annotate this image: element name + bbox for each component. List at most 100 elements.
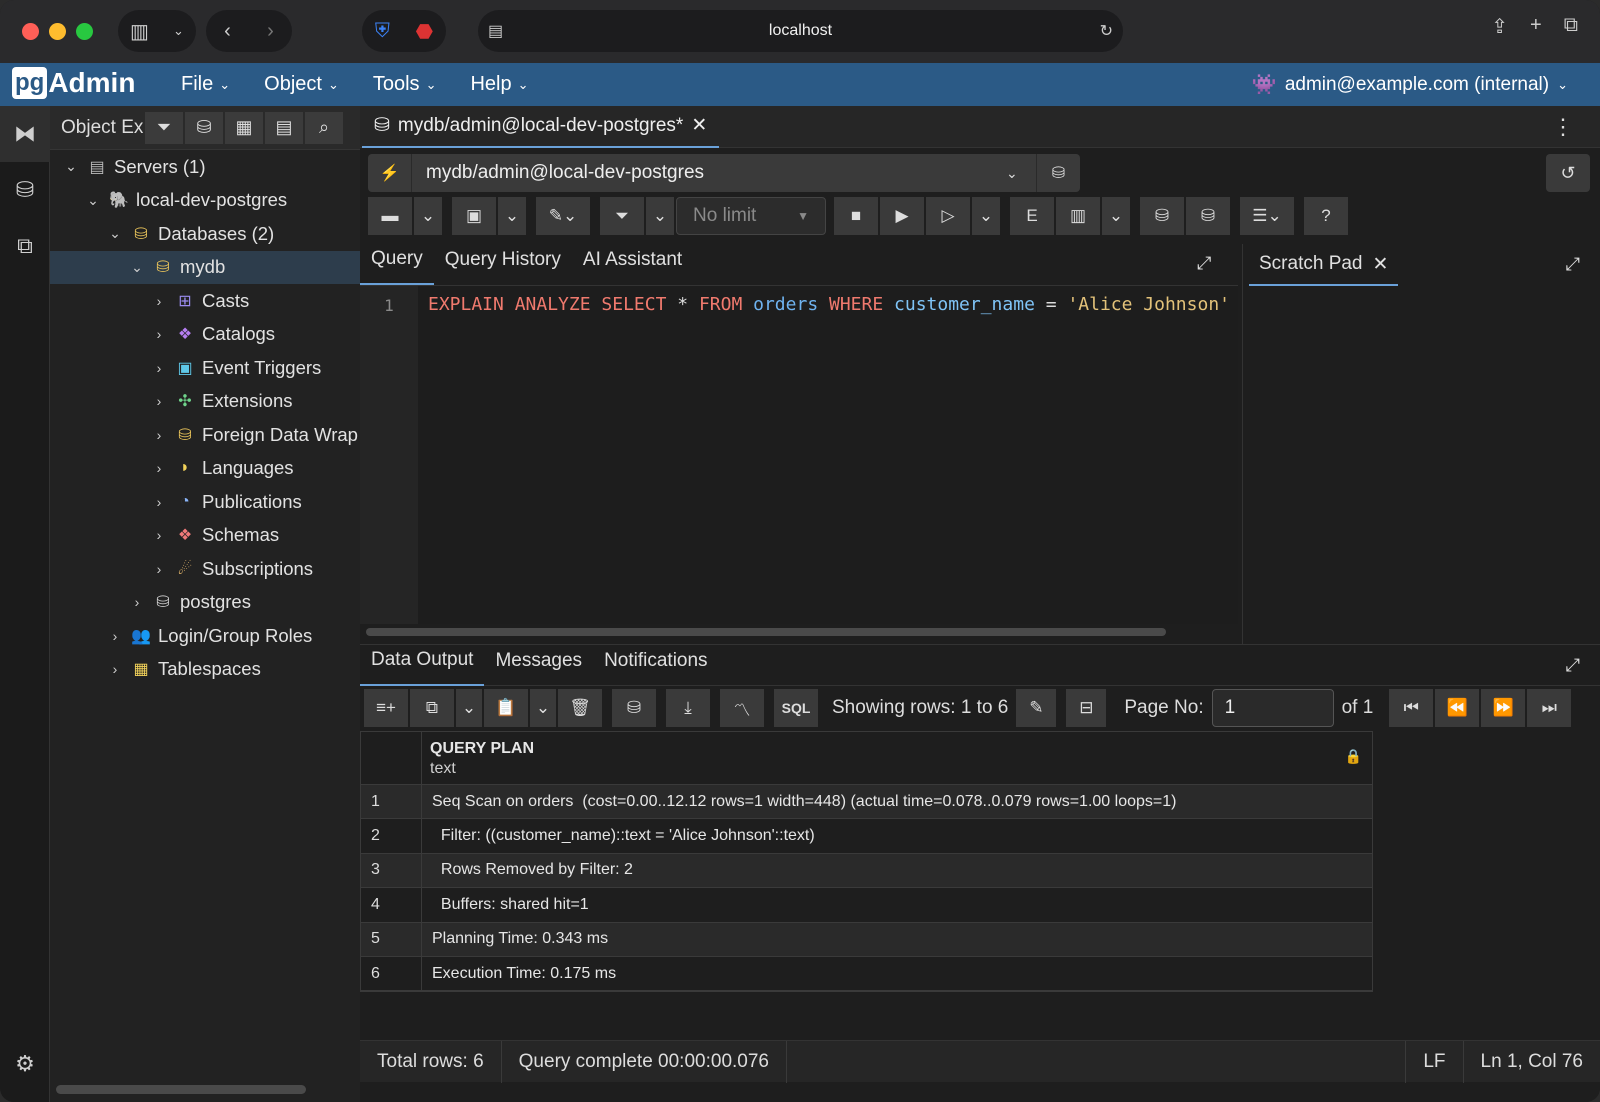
- pagination-icon[interactable]: ⊟: [1066, 689, 1107, 727]
- copy-icon[interactable]: ⧉: [410, 689, 454, 727]
- settings-gear-icon[interactable]: ⚙: [0, 1036, 50, 1092]
- menu-file[interactable]: File ⌄: [181, 73, 230, 96]
- tree-node[interactable]: › ⊞ Casts: [50, 284, 360, 318]
- table-cell[interactable]: Seq Scan on orders (cost=0.00..12.12 row…: [422, 785, 1372, 818]
- open-file-icon[interactable]: ▬: [368, 197, 412, 235]
- table-row[interactable]: 6 Execution Time: 0.175 ms: [361, 956, 1372, 992]
- table-cell[interactable]: Filter: ((customer_name)::text = 'Alice …: [422, 819, 1372, 852]
- next-page-icon[interactable]: ⏩: [1481, 689, 1526, 727]
- table-row[interactable]: 1 Seq Scan on orders (cost=0.00..12.12 ro…: [361, 785, 1372, 820]
- chevron-right-icon[interactable]: ›: [150, 494, 168, 510]
- tree-node[interactable]: › 👥 Login/Group Roles: [50, 619, 360, 653]
- table-row[interactable]: 4 Buffers: shared hit=1: [361, 888, 1372, 923]
- chevron-down-icon[interactable]: ⌄: [173, 23, 184, 39]
- sql-icon[interactable]: SQL: [774, 689, 818, 727]
- chevron-right-icon[interactable]: ›: [150, 427, 168, 443]
- tab-ai-assistant[interactable]: AI Assistant: [572, 243, 693, 285]
- tab-query-history[interactable]: Query History: [434, 243, 572, 285]
- database-tool-icon[interactable]: ⛁: [0, 162, 50, 218]
- chevron-right-icon[interactable]: ›: [106, 628, 124, 644]
- forward-icon[interactable]: ›: [267, 20, 274, 43]
- edit-icon[interactable]: ✎⌄: [536, 197, 590, 235]
- save-data-icon[interactable]: ⛁: [612, 689, 656, 727]
- tree-node[interactable]: › ❖ Schemas: [50, 519, 360, 553]
- commit-icon[interactable]: ⛁: [1140, 197, 1184, 235]
- row-limit-select[interactable]: No limit ▼: [676, 197, 826, 235]
- tabs-overview-icon[interactable]: ⧉: [1564, 14, 1578, 39]
- filter-icon[interactable]: ⏷: [600, 197, 644, 235]
- minimize-window-button[interactable]: [49, 23, 66, 40]
- chevron-right-icon[interactable]: ›: [106, 661, 124, 677]
- table-row[interactable]: 5 Planning Time: 0.343 ms: [361, 922, 1372, 957]
- new-connection-icon[interactable]: ⛁: [1036, 154, 1080, 192]
- sql-editor[interactable]: 1 EXPLAIN ANALYZE SELECT * FROM orders W…: [360, 286, 1238, 636]
- filter-icon[interactable]: ⏷: [145, 111, 183, 144]
- more-options-icon[interactable]: ⋮: [1552, 114, 1574, 140]
- delete-icon[interactable]: 🗑: [558, 689, 602, 727]
- editor-scrollbar[interactable]: [366, 628, 1166, 636]
- chevron-down-icon[interactable]: ⌄: [972, 197, 1000, 235]
- object-explorer-tool-icon[interactable]: ⧓: [0, 106, 50, 162]
- column-header[interactable]: QUERY PLAN text 🔒: [422, 732, 1372, 784]
- query-tool-icon[interactable]: ⛁: [185, 111, 223, 144]
- stop-icon[interactable]: ■: [834, 197, 878, 235]
- tree-node[interactable]: › ⛁ Foreign Data Wrap: [50, 418, 360, 452]
- chevron-right-icon[interactable]: ›: [150, 460, 168, 476]
- save-icon[interactable]: ▣: [452, 197, 496, 235]
- chevron-right-icon[interactable]: ›: [150, 326, 168, 342]
- tree-node[interactable]: ⌄ ▤ Servers (1): [50, 150, 360, 184]
- schema-diff-tool-icon[interactable]: ⧉: [0, 218, 50, 274]
- chevron-down-icon[interactable]: ⌄: [530, 689, 556, 727]
- sql-code[interactable]: EXPLAIN ANALYZE SELECT * FROM orders WHE…: [428, 294, 1236, 315]
- add-row-icon[interactable]: ≡+: [364, 689, 408, 727]
- menu-object[interactable]: Object ⌄: [264, 73, 339, 96]
- back-icon[interactable]: ‹: [224, 20, 231, 43]
- tree-node[interactable]: › ⛁ postgres: [50, 586, 360, 620]
- expand-icon[interactable]: ⤢: [1197, 253, 1211, 274]
- expand-icon[interactable]: ⤢: [1566, 254, 1580, 275]
- menu-help[interactable]: Help ⌄: [470, 73, 528, 96]
- query-tool-tab[interactable]: ⛁ mydb/admin@local-dev-postgres* ✕: [362, 105, 720, 148]
- view-data-icon[interactable]: ▦: [225, 111, 263, 144]
- tree-node[interactable]: › ☄ Subscriptions: [50, 552, 360, 586]
- expand-icon[interactable]: ⤢: [1566, 655, 1580, 676]
- chevron-down-icon[interactable]: ⌄: [128, 259, 146, 276]
- table-cell[interactable]: Rows Removed by Filter: 2: [422, 854, 1372, 887]
- connection-selector[interactable]: ⚡ mydb/admin@local-dev-postgres ⌄ ⛁: [368, 154, 1080, 192]
- tree-node[interactable]: › ❖ Catalogs: [50, 318, 360, 352]
- chevron-right-icon[interactable]: ›: [128, 594, 146, 610]
- graph-icon[interactable]: 〽: [720, 689, 764, 727]
- chevron-down-icon[interactable]: ⌄: [1102, 197, 1130, 235]
- table-cell[interactable]: Execution Time: 0.175 ms: [422, 957, 1372, 990]
- tab-scratch-pad[interactable]: Scratch Pad ✕: [1249, 244, 1399, 286]
- tab-messages[interactable]: Messages: [484, 644, 593, 686]
- execute-icon[interactable]: ▶: [880, 197, 924, 235]
- menu-tools[interactable]: Tools ⌄: [373, 73, 437, 96]
- last-page-icon[interactable]: ⏭: [1527, 689, 1572, 727]
- download-icon[interactable]: ⤓: [666, 689, 710, 727]
- page-number-input[interactable]: 1: [1211, 689, 1334, 727]
- tree-node[interactable]: › ◔ Publications: [50, 485, 360, 519]
- tree-node[interactable]: › ◗ Languages: [50, 452, 360, 486]
- tab-data-output[interactable]: Data Output: [360, 644, 485, 686]
- paste-icon[interactable]: 📋: [484, 689, 528, 727]
- chevron-right-icon[interactable]: ›: [150, 293, 168, 309]
- chevron-right-icon[interactable]: ›: [150, 360, 168, 376]
- chevron-down-icon[interactable]: ⌄: [106, 225, 124, 242]
- reset-layout-icon[interactable]: ↺: [1546, 154, 1590, 192]
- tree-node[interactable]: › ✣ Extensions: [50, 385, 360, 419]
- address-bar[interactable]: ▤ localhost ↻: [478, 10, 1123, 52]
- zoom-window-button[interactable]: [76, 23, 93, 40]
- tree-node[interactable]: ⌄ ⛁ Databases (2): [50, 217, 360, 251]
- tree-node[interactable]: ⌄ ⛁ mydb: [50, 250, 360, 284]
- chevron-down-icon[interactable]: ⌄: [84, 192, 102, 209]
- chevron-down-icon[interactable]: ⌄: [498, 197, 526, 235]
- explain-icon[interactable]: E: [1010, 197, 1054, 235]
- explorer-scrollbar[interactable]: [56, 1085, 306, 1094]
- user-menu[interactable]: 👾 admin@example.com (internal) ⌄: [1252, 63, 1568, 106]
- rollback-icon[interactable]: ⛁: [1186, 197, 1230, 235]
- tree-node[interactable]: › ▦ Tablespaces: [50, 653, 360, 687]
- chevron-down-icon[interactable]: ⌄: [414, 197, 442, 235]
- table-row[interactable]: 2 Filter: ((customer_name)::text = 'Alic…: [361, 819, 1372, 854]
- help-icon[interactable]: ?: [1304, 197, 1348, 235]
